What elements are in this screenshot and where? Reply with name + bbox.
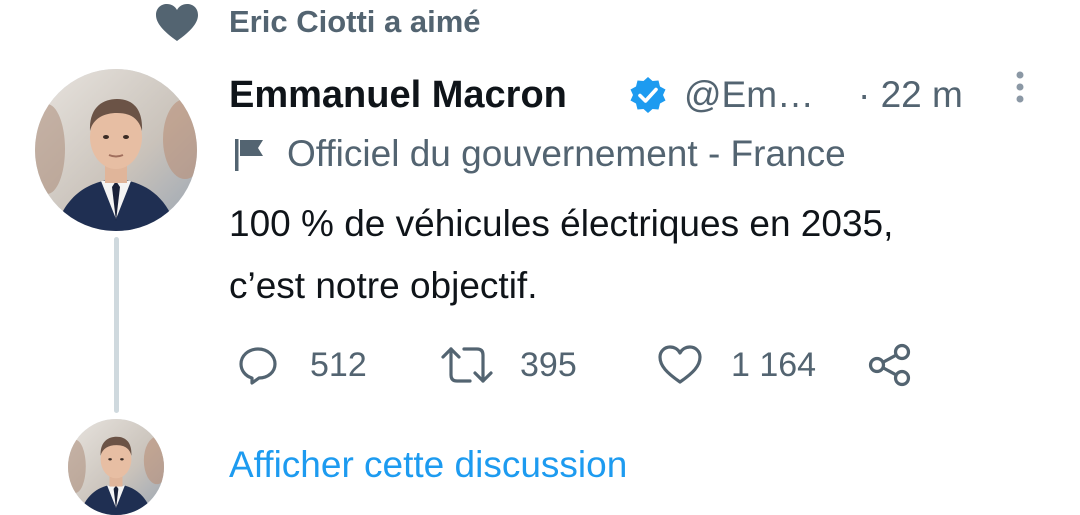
show-thread-link[interactable]: Afficher cette discussion [229, 442, 627, 488]
retweet-icon [441, 347, 493, 383]
retweet-button[interactable]: 395 [440, 340, 577, 390]
like-icon [658, 345, 702, 384]
tweet-text: 100 % de véhicules électriques en 2035, … [229, 203, 894, 306]
share-button[interactable] [866, 340, 912, 390]
account-label[interactable]: Officiel du gouvernement - France [287, 131, 846, 177]
share-icon [868, 343, 911, 387]
author-handle[interactable]: @Em… [684, 72, 814, 118]
flag-icon [232, 137, 268, 173]
author-name[interactable]: Emmanuel Macron [229, 72, 567, 118]
tweet-timestamp[interactable]: · 22 m [858, 72, 963, 118]
thread-line [114, 237, 119, 413]
heart-icon [155, 3, 199, 43]
like-button[interactable]: 1 164 [657, 340, 816, 390]
author-avatar[interactable] [35, 69, 197, 231]
more-options-icon[interactable] [1010, 70, 1030, 110]
retweet-count: 395 [520, 346, 577, 384]
reply-button[interactable]: 512 [236, 340, 367, 390]
reply-count: 512 [310, 346, 367, 384]
like-count: 1 164 [731, 346, 817, 384]
social-context-text[interactable]: Eric Ciotti a aimé [229, 2, 481, 42]
reply-icon [239, 347, 277, 385]
thread-avatar[interactable] [68, 419, 164, 515]
verified-badge-icon [629, 76, 667, 114]
